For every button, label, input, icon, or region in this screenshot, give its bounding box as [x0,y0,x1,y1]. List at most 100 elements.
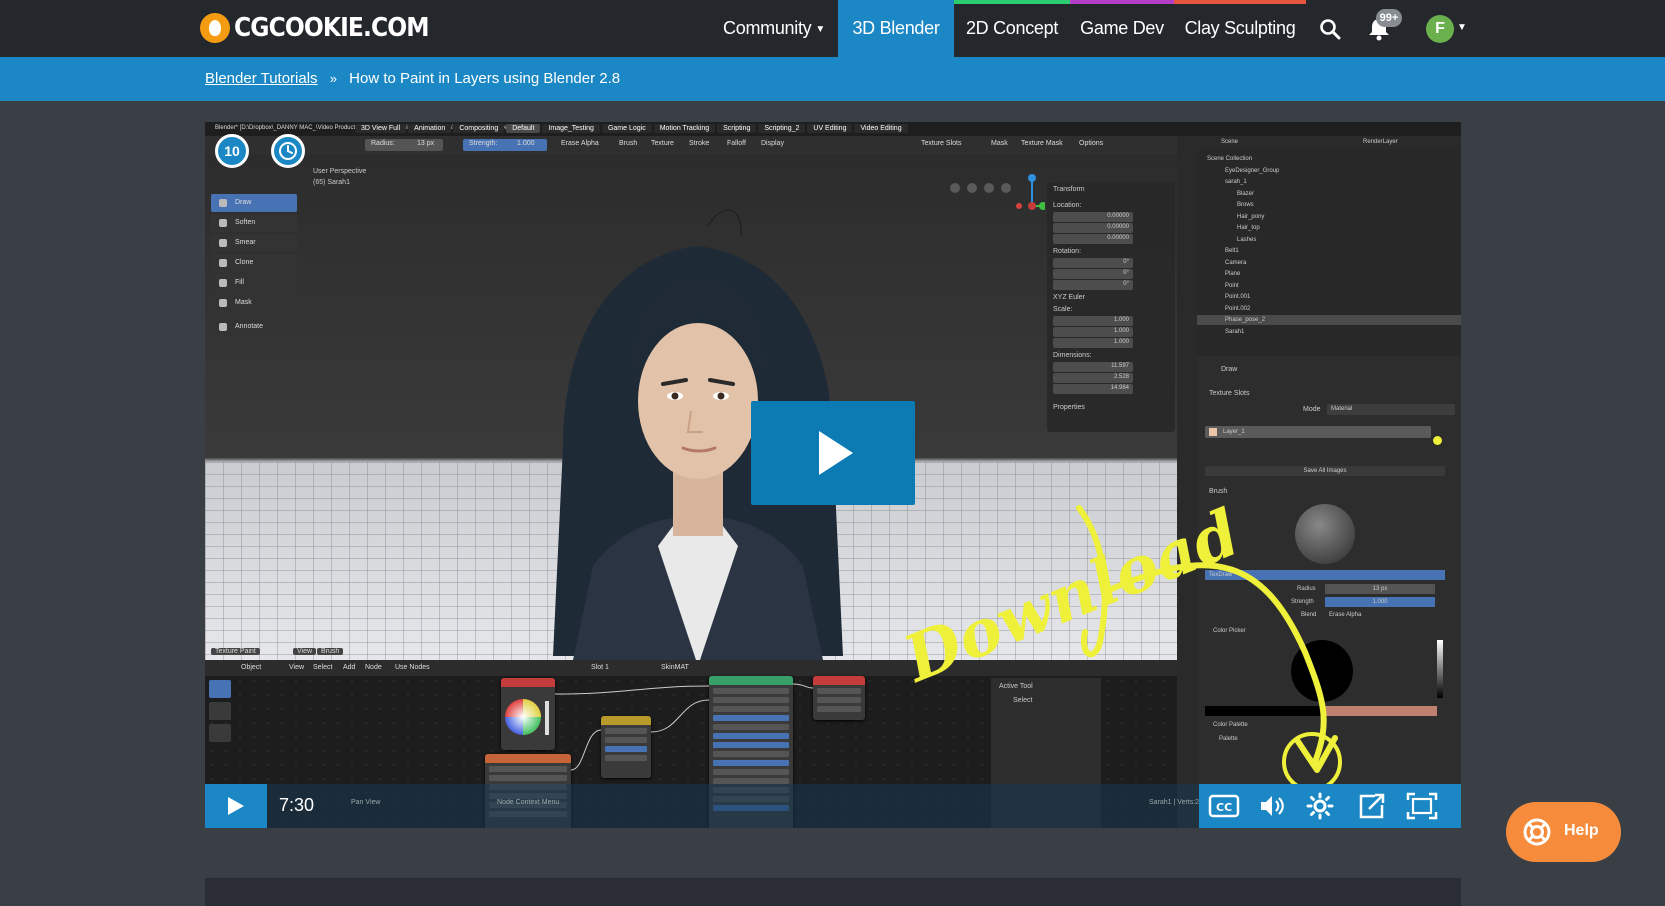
location-y-value: 0.00000 [1107,224,1129,230]
breadcrumb-blender-tutorials[interactable]: Blender Tutorials [205,70,318,87]
nav-clay-sculpting[interactable]: Clay Sculpting [1174,0,1306,57]
tool-fill: Fill [211,274,297,292]
rotation-z: 0° [1053,280,1133,290]
settings-gear-icon[interactable] [1303,790,1337,822]
layer-swatch [1209,428,1217,436]
site-logo[interactable]: CGCOOKIE.COM [200,10,450,46]
header-item: Stroke [689,140,710,147]
video-player[interactable]: Blender* [D:\Dropbox\_DANNY MAC_\Video P… [205,122,1461,828]
viewport-label: User Perspective (65) Sarah1 [313,166,366,188]
scale-z: 1.000 [1053,338,1133,348]
player-controls-right: CC [1199,784,1461,828]
top-nav: CGCOOKIE.COM Community ▼ 3D Blender 2D Co… [0,0,1665,57]
dimension-y: 2.528 [1053,373,1133,383]
content-card [205,878,1461,906]
mode-select: Material [1327,404,1455,415]
play-button[interactable] [205,784,267,828]
breadcrumb-separator: » [329,71,337,86]
location-y: 0.00000 [1053,223,1133,233]
closed-captions-icon[interactable]: CC [1207,790,1241,822]
navigation-gizmo-icon [950,174,1045,210]
scale-label: Scale: [1053,306,1073,313]
rotation-label: Rotation: [1053,248,1082,255]
clock-icon[interactable] [271,134,305,168]
tool-draw: Draw [211,194,297,212]
video-controls: 7:30 Pan View Node Context Menu Sarah1 |… [205,784,1461,828]
value-slider [1437,640,1443,698]
nav-community-label: Community [723,18,812,38]
outliner-item: Hair_pony [1237,213,1265,220]
header-strength-value: 1.000 [517,140,535,147]
blender-tool-header: Radius: 13 px Strength: 1.000 Erase Alph… [205,136,1177,154]
workspace-tab: Video Editing [854,124,908,133]
outliner-item: Blazer [1237,190,1255,197]
texture-slots-label: Texture Slots [1209,390,1250,397]
radius-label: Radius [1297,586,1316,592]
viewport-menu: Brush [317,648,344,655]
notification-badge: 99+ [1376,9,1402,27]
location-label: Location: [1053,202,1082,209]
workspace-tab: Image_Testing [542,124,600,133]
outliner: Scene Collection EyeDesigner_Group sarah_1… [1197,150,1461,356]
color-palette-label: Color Palette [1213,722,1248,728]
header-strength-label: Strength: [469,140,498,147]
header-item: Options [1079,140,1104,147]
help-button[interactable]: Help [1506,802,1621,862]
scene-name: Scene [1221,139,1239,145]
nav-2d-concept[interactable]: 2D Concept [954,0,1070,57]
rotation-y: 0° [1053,269,1133,279]
outliner-item: Hair_top [1237,225,1260,231]
tool-annotate: Annotate [211,318,297,336]
dimension-z: 14.984 [1053,384,1133,394]
tool-mask: Mask [211,294,297,312]
properties-editor: Draw Texture Slots Mode Material Layer_1… [1197,356,1461,828]
header-radius-value: 13 px [417,140,435,147]
blender-right-panel: Scene RenderLayer Scene Collection EyeDes… [1177,136,1461,828]
outliner-item: Sarah1 [1225,328,1245,335]
breadcrumb: Blender Tutorials » How to Paint in Laye… [205,70,620,87]
volume-icon[interactable] [1255,790,1289,822]
header-item: Texture Mask [1021,140,1063,147]
chevron-down-icon: ▼ [815,24,825,35]
strength-value: 1.000 [1325,597,1435,607]
fullscreen-icon[interactable] [1405,790,1439,822]
workspace-tab: Motion Tracking [653,124,716,133]
search-icon[interactable] [1318,17,1342,41]
transform-title: Transform [1053,186,1085,193]
workspace-tab: 3D View Full [355,124,407,133]
dimension-x-value: 11.597 [1111,363,1129,369]
blender-status-pan: Pan View [351,799,381,806]
outliner-item: Belt1 [1225,248,1239,254]
outliner-item: Brows [1237,202,1254,208]
workspace-tab: Game Logic [601,124,652,133]
help-label: Help [1564,822,1599,839]
outliner-item: Scene Collection [1207,156,1253,162]
scale-x: 1.000 [1053,316,1133,326]
nav-community[interactable]: Community ▼ [720,0,828,57]
logo-text: CGCOOKIE.COM [234,13,430,43]
dimension-x: 11.597 [1053,362,1133,372]
outliner-item: Point.002 [1225,305,1251,312]
select-label: Select [1013,697,1033,704]
outliner-item: Phase_pose_2 [1197,315,1461,325]
scale-y: 1.000 [1053,327,1133,337]
share-download-icon[interactable] [1355,790,1389,822]
nav-3d-blender[interactable]: 3D Blender [838,0,954,57]
brush-preview-icon [1295,504,1355,564]
play-button-overlay[interactable] [751,401,915,505]
scale-z-value: 1.000 [1113,339,1129,345]
outliner-item: Camera [1225,259,1247,266]
dimension-y-value: 2.528 [1113,374,1129,380]
layer-slot: Layer_1 [1205,426,1431,438]
outliner-item: EyeDesigner_Group [1225,167,1280,174]
chevron-down-icon[interactable]: ▼ [1457,22,1467,33]
header-item: Brush [619,140,638,147]
active-tool-label: Active Tool [999,683,1033,690]
viewport-object: (65) Sarah1 [313,179,350,186]
location-z-value: 0.00000 [1107,235,1129,241]
rewind-10-button[interactable]: 10 [215,134,249,168]
dimensions-label: Dimensions: [1053,352,1092,359]
avatar[interactable]: F [1426,15,1454,43]
nav-game-dev[interactable]: Game Dev [1070,0,1174,57]
outliner-item: Plane [1225,271,1241,277]
